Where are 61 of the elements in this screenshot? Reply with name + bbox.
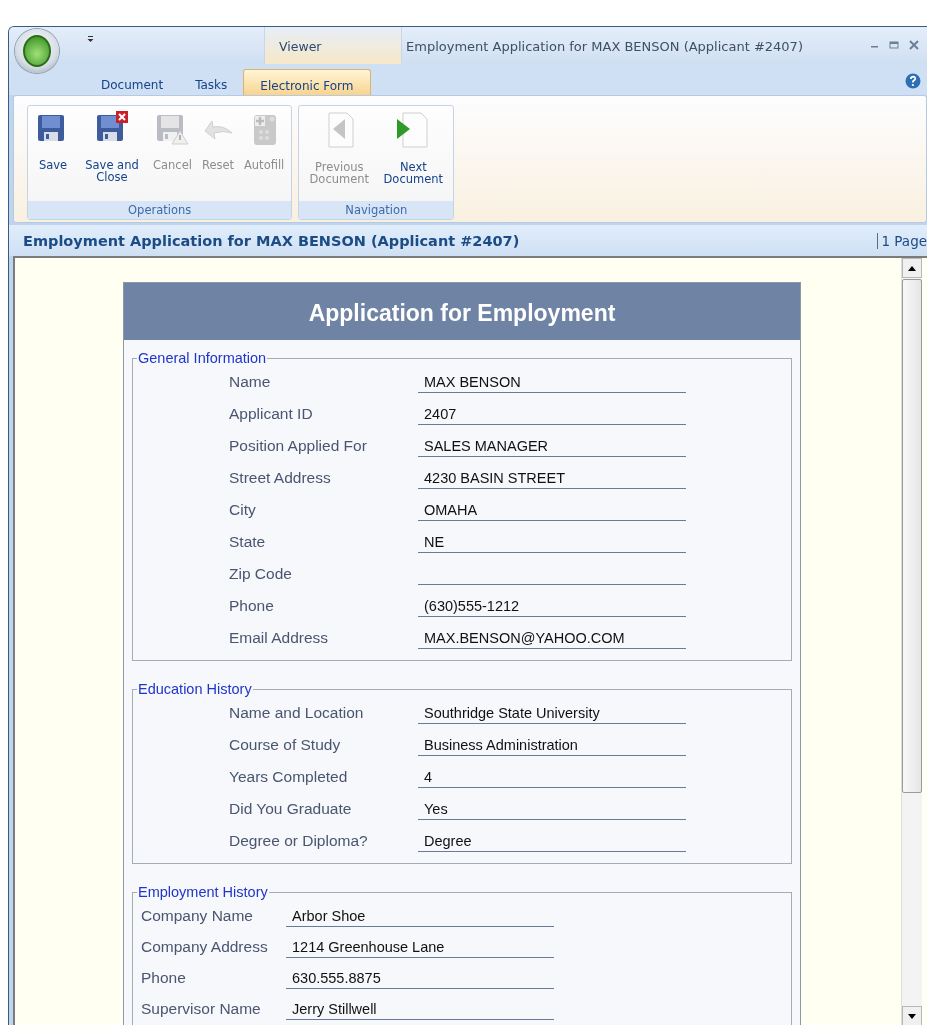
form-title: Application for Employment [124, 283, 800, 340]
field-label: Did You Graduate [228, 800, 353, 818]
ribbon-tab[interactable]: Document [85, 69, 180, 95]
input-field[interactable]: Jerry Stillwell [286, 997, 554, 1020]
document-title: Employment Application for MAX BENSON (Applicant #2407) [23, 232, 520, 249]
input-field[interactable]: SALES MANAGER [418, 435, 686, 457]
down-arrow-icon [908, 1013, 916, 1019]
page-count: 1 Page [877, 232, 927, 249]
field-label: State [228, 533, 267, 551]
input-field[interactable]: OMAHA [418, 499, 686, 521]
section-legend: Education History [137, 681, 253, 697]
field-label: Course of Study [228, 736, 342, 754]
field-label: Degree or Diploma? [228, 832, 369, 850]
input-field[interactable]: Degree [418, 830, 686, 852]
input-field[interactable]: 4 [418, 766, 686, 788]
context-tab-group: Viewer [264, 27, 402, 64]
close-icon[interactable] [909, 40, 919, 50]
ribbon-button[interactable]: Next Document [377, 109, 450, 201]
field-label: Zip Code [228, 565, 293, 583]
scroll-thumb[interactable] [902, 279, 922, 793]
field-label: Email Address [228, 629, 330, 647]
group-label: Navigation [299, 201, 454, 219]
field-label: Name and Location [228, 704, 365, 722]
input-field[interactable]: 630.555.8875 [286, 966, 554, 989]
input-field[interactable]: MAX BENSON [418, 371, 686, 393]
scroll-up-button[interactable] [902, 258, 922, 278]
field-label: Phone [140, 968, 187, 987]
field-label: Street Address [228, 469, 332, 487]
field-label: Company Address [140, 937, 269, 956]
input-field[interactable]: 2407 [418, 403, 686, 425]
scrollbar[interactable] [901, 258, 922, 1025]
field-label: Company Name [140, 906, 254, 925]
group-label: Operations [28, 201, 292, 219]
section-legend: Employment History [137, 884, 269, 900]
ribbon-button[interactable]: Save [32, 109, 74, 201]
field-label: City [228, 501, 257, 519]
field-label: Applicant ID [228, 405, 314, 423]
dropdown-icon[interactable] [87, 35, 94, 43]
input-field[interactable]: Arbor Shoe [286, 904, 554, 927]
field-label: Position Applied For [228, 437, 368, 455]
scroll-down-button[interactable] [902, 1006, 922, 1025]
field-label: Years Completed [228, 768, 349, 786]
field-label: Name [228, 373, 272, 391]
up-arrow-icon [908, 265, 916, 271]
help-icon[interactable] [905, 73, 921, 89]
input-field[interactable]: (630)555-1212 [418, 595, 686, 617]
maximize-icon[interactable] [889, 40, 899, 49]
ribbon-button[interactable]: Save and Close [76, 109, 148, 201]
input-field[interactable]: NE [418, 531, 686, 553]
field-label: Supervisor Name [140, 999, 262, 1018]
input-field[interactable]: MAX.BENSON@YAHOO.COM [418, 627, 686, 649]
input-field[interactable]: 1214 Greenhouse Lane [286, 935, 554, 958]
input-field[interactable]: Yes [418, 798, 686, 820]
field-label: Phone [228, 597, 275, 615]
input-field[interactable]: Southridge State University [418, 702, 686, 724]
window-title: Employment Application for MAX BENSON (Applicant #2407) [405, 38, 803, 56]
ribbon-tab[interactable]: Electronic Form [243, 69, 371, 95]
input-field[interactable]: 4230 BASIN STREET [418, 467, 686, 489]
input-field[interactable]: Business Administration [418, 734, 686, 756]
section-legend: General Information [137, 350, 268, 366]
ribbon-tab[interactable]: Tasks [179, 69, 244, 95]
